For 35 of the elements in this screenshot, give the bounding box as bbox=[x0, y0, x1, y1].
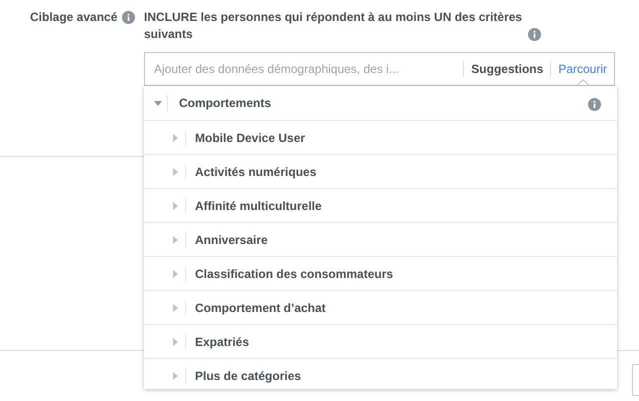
category-item[interactable]: Mobile Device User bbox=[144, 121, 617, 155]
disclosure-triangle-icon[interactable] bbox=[171, 168, 179, 176]
disclosure-triangle-icon[interactable] bbox=[171, 338, 179, 346]
disclosure-triangle-icon[interactable] bbox=[171, 236, 179, 244]
disclosure-triangle-icon[interactable] bbox=[171, 202, 179, 210]
disclosure-triangle-icon[interactable] bbox=[171, 372, 179, 380]
info-icon bbox=[528, 28, 541, 41]
category-item[interactable]: Expatriés bbox=[144, 325, 617, 359]
category-item[interactable]: Comportement d’achat bbox=[144, 291, 617, 325]
info-icon bbox=[588, 98, 601, 110]
item-label: Mobile Device User bbox=[195, 130, 306, 144]
search-field[interactable]: Ajouter des données démographiques, des i... Suggestions Parcourir bbox=[144, 52, 615, 86]
info-icon bbox=[122, 11, 136, 24]
disclosure-triangle-icon[interactable] bbox=[171, 134, 179, 142]
item-label: Expatriés bbox=[195, 334, 250, 348]
category-item[interactable]: Anniversaire bbox=[144, 223, 617, 257]
item-label: Activités numériques bbox=[195, 164, 316, 178]
item-label: Comportement d’achat bbox=[195, 300, 326, 314]
tab[interactable]: Parcourir bbox=[551, 59, 614, 79]
instruction-text: INCLURE les personnes qui répondent à au moins UN des critères suivants bbox=[144, 9, 524, 43]
category-item[interactable]: Plus de catégories bbox=[144, 359, 617, 389]
disclosure-triangle-icon[interactable] bbox=[171, 304, 179, 312]
category-label: Comportements bbox=[179, 96, 272, 110]
disclosure-triangle-icon[interactable] bbox=[154, 99, 162, 107]
item-label: Plus de catégories bbox=[195, 369, 302, 383]
field-label: Ciblage avancé bbox=[30, 9, 118, 26]
item-label: Classification des consommateurs bbox=[195, 266, 394, 280]
category-header[interactable]: Comportements bbox=[144, 86, 617, 121]
category-item[interactable]: Classification des consommateurs bbox=[144, 257, 617, 291]
category-item[interactable]: Activités numériques bbox=[144, 155, 617, 189]
disclosure-triangle-icon[interactable] bbox=[171, 270, 179, 278]
category-item[interactable]: Affinité multiculturelle bbox=[144, 189, 617, 223]
item-label: Anniversaire bbox=[195, 232, 268, 246]
tab[interactable]: Suggestions bbox=[464, 59, 550, 79]
item-label: Affinité multiculturelle bbox=[195, 198, 322, 212]
